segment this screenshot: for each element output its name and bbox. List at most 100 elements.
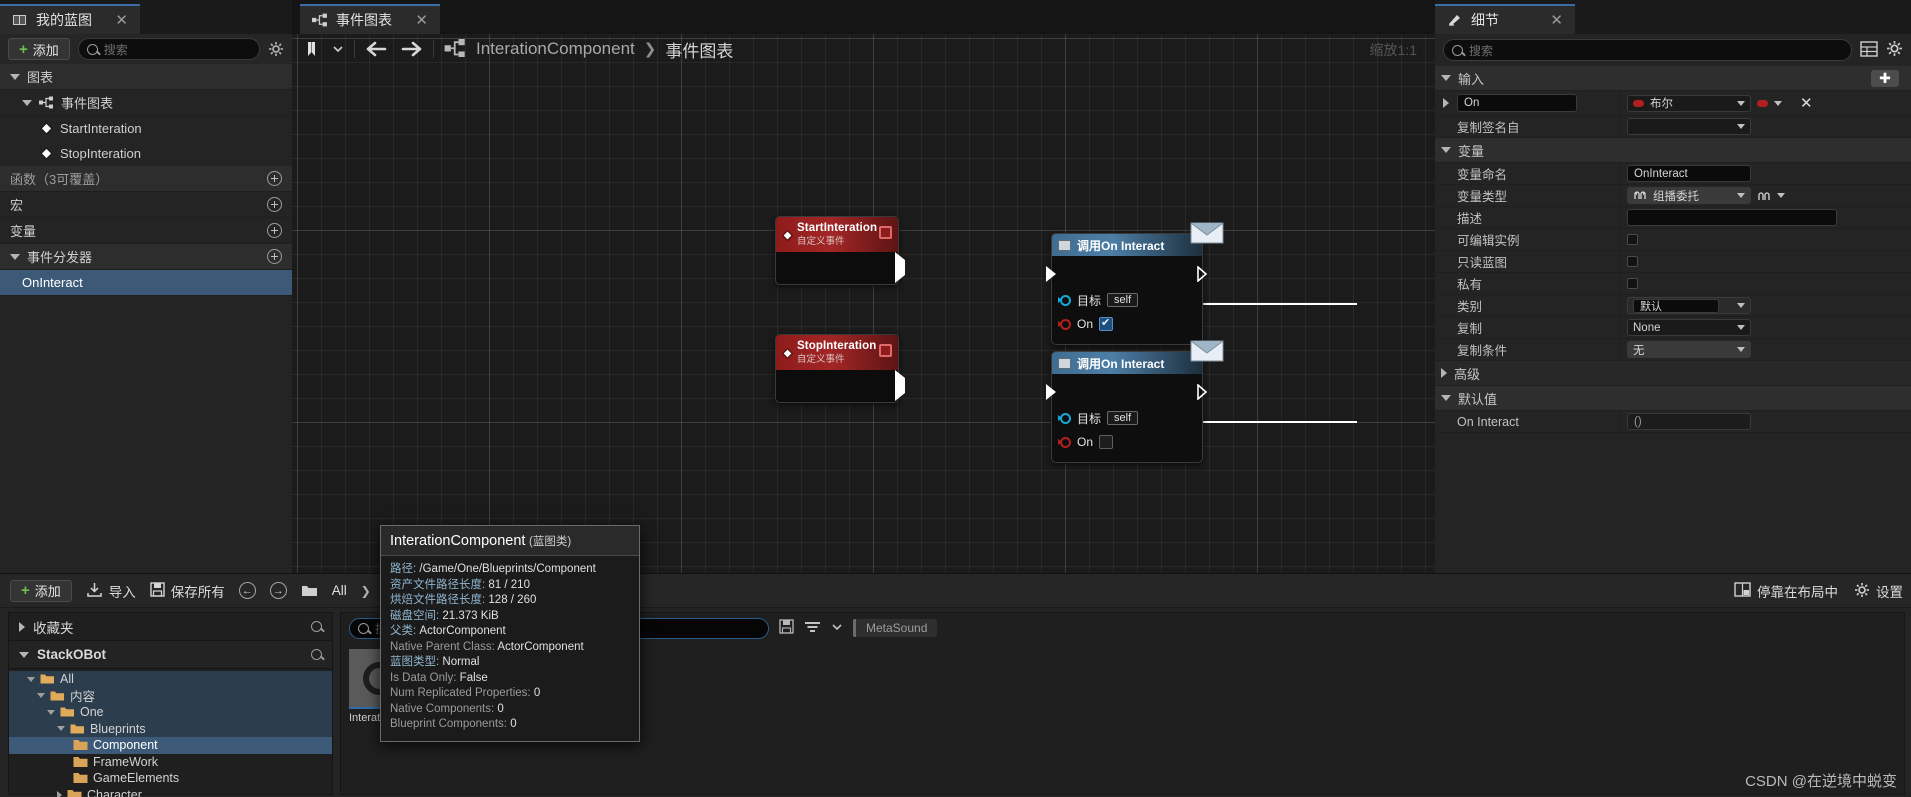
sidebar-item-event-graph[interactable]: 事件图表 — [0, 90, 292, 116]
bookmark-icon[interactable] — [302, 39, 322, 59]
tree-item-content[interactable]: 内容 — [9, 687, 332, 704]
add-dispatcher-icon[interactable] — [267, 249, 282, 264]
arrow-left-circle-icon[interactable]: ← — [238, 582, 256, 599]
favorites-header[interactable]: 收藏夹 — [9, 613, 332, 641]
description-field[interactable] — [1627, 209, 1837, 226]
target-value[interactable]: self — [1107, 293, 1139, 307]
sidebar-item-startinteration[interactable]: StartInteration — [0, 116, 292, 141]
section-functions[interactable]: 函数（3可覆盖） — [0, 166, 292, 192]
project-header[interactable]: StackOBot — [9, 641, 332, 669]
tab-details[interactable]: 细节 ✕ — [1435, 4, 1575, 34]
add-variable-icon[interactable] — [267, 223, 282, 238]
container-delegate-icon[interactable] — [1757, 190, 1771, 201]
node-call-on-interact-2[interactable]: 调用On Interact 目标 self On — [1046, 340, 1224, 463]
sidebar-item-stopinteration[interactable]: StopInteration — [0, 141, 292, 166]
category-select[interactable]: 默认 — [1627, 297, 1751, 314]
tree-item-gameelements[interactable]: GameElements — [9, 770, 332, 787]
delete-input-icon[interactable]: ✕ — [1800, 94, 1813, 112]
details-tabstrip: 细节 ✕ — [1435, 0, 1911, 34]
details-section-defaults[interactable]: 默认值 — [1435, 386, 1911, 411]
node-stop-interation[interactable]: StopInteration 自定义事件 — [775, 334, 905, 403]
exec-output-pin[interactable] — [1197, 383, 1208, 401]
replication-select[interactable]: None — [1627, 319, 1751, 336]
add-macro-icon[interactable] — [267, 197, 282, 212]
tree-item-component[interactable]: Component — [9, 737, 332, 754]
cb-import-button[interactable]: 导入 — [86, 581, 136, 601]
chevron-down-icon[interactable] — [831, 621, 843, 636]
node-call-on-interact-1[interactable]: 调用On Interact 目标 self On ✔ — [1046, 222, 1224, 345]
section-macros[interactable]: 宏 — [0, 192, 292, 218]
chevron-down-icon[interactable] — [332, 39, 344, 59]
event-stop-icon[interactable] — [879, 226, 892, 239]
input-name-field[interactable]: On — [1457, 94, 1577, 112]
readonly-blueprint-checkbox[interactable] — [1627, 256, 1638, 267]
search-icon[interactable] — [311, 649, 322, 660]
private-checkbox[interactable] — [1627, 278, 1638, 289]
bool-checkbox[interactable] — [1099, 316, 1114, 331]
chevron-right-icon[interactable] — [1443, 98, 1449, 108]
gear-icon[interactable] — [268, 41, 284, 57]
details-section-advanced[interactable]: 高级 — [1435, 361, 1911, 386]
editable-instance-checkbox[interactable] — [1627, 234, 1638, 245]
save-icon[interactable] — [779, 619, 794, 637]
target-value[interactable]: self — [1107, 411, 1139, 425]
arrow-right-circle-icon[interactable]: → — [269, 582, 287, 599]
tree-item-all[interactable]: All — [9, 671, 332, 688]
section-graphs[interactable]: 图表 — [0, 64, 292, 90]
exec-input-pin[interactable] — [1046, 266, 1056, 282]
exec-input-pin[interactable] — [1046, 384, 1056, 400]
tree-item-blueprints[interactable]: Blueprints — [9, 720, 332, 737]
variable-name-field[interactable]: OnInteract — [1627, 165, 1751, 182]
node-start-interation[interactable]: StartInteration 自定义事件 — [775, 216, 905, 285]
input-type-select[interactable]: 布尔 — [1627, 94, 1751, 112]
my-blueprint-search-input[interactable]: 搜索 — [77, 38, 260, 60]
cb-save-all-button[interactable]: 保存所有 — [150, 581, 225, 601]
filter-pill-metasound[interactable]: MetaSound — [853, 619, 938, 637]
cb-dock-button[interactable]: 停靠在布局中 — [1734, 581, 1838, 601]
filter-icon[interactable] — [804, 620, 821, 637]
event-stop-icon[interactable] — [879, 344, 892, 357]
variable-type-select[interactable]: 组播委托 — [1627, 187, 1751, 204]
add-button[interactable]: + 添加 — [8, 38, 70, 60]
close-icon[interactable]: ✕ — [1550, 11, 1563, 29]
details-row-variable-type: 变量类型 组播委托 — [1435, 185, 1911, 207]
grid-view-icon[interactable] — [1860, 40, 1878, 60]
add-input-button[interactable]: ✚ — [1871, 69, 1899, 87]
sidebar-item-oninteract[interactable]: OnInteract — [0, 270, 292, 296]
tree-item-framework[interactable]: FrameWork — [9, 754, 332, 771]
exec-output-pin[interactable] — [895, 252, 905, 283]
close-icon[interactable]: ✕ — [115, 11, 128, 29]
close-icon[interactable]: ✕ — [415, 11, 428, 29]
cb-path-root[interactable]: All — [332, 583, 347, 598]
chevron-down-icon[interactable] — [1774, 100, 1782, 106]
copy-signature-select[interactable] — [1627, 118, 1751, 135]
search-icon[interactable] — [311, 621, 322, 632]
exec-output-pin[interactable] — [895, 370, 905, 401]
section-label: 宏 — [10, 198, 24, 213]
event-diamond-icon — [781, 229, 794, 242]
replication-condition-select[interactable]: 无 — [1627, 341, 1751, 358]
category-value[interactable]: 默认 — [1633, 298, 1719, 313]
section-event-dispatchers[interactable]: 事件分发器 — [0, 244, 292, 270]
exec-output-pin[interactable] — [1197, 265, 1208, 283]
on-interact-default-field[interactable]: () — [1627, 413, 1751, 430]
add-function-icon[interactable] — [267, 171, 282, 186]
breadcrumb-item-blueprint[interactable]: InterationComponent — [476, 39, 635, 59]
gear-icon[interactable] — [1886, 40, 1903, 60]
cb-settings-button[interactable]: 设置 — [1854, 581, 1903, 601]
arrow-right-icon[interactable] — [399, 39, 423, 59]
details-search-input[interactable]: 搜索 — [1443, 39, 1852, 61]
cb-add-button[interactable]: + 添加 — [10, 579, 72, 602]
section-variables[interactable]: 变量 — [0, 218, 292, 244]
tab-event-graph[interactable]: 事件图表 ✕ — [300, 4, 440, 34]
chevron-down-icon[interactable] — [1777, 193, 1785, 198]
breadcrumb-item-graph[interactable]: 事件图表 — [665, 37, 733, 62]
details-section-inputs[interactable]: 输入 ✚ — [1435, 66, 1911, 91]
section-label: 高级 — [1454, 366, 1481, 382]
arrow-left-icon[interactable] — [365, 39, 389, 59]
tree-item-character[interactable]: Character — [9, 787, 332, 797]
tab-my-blueprint[interactable]: 我的蓝图 ✕ — [0, 4, 140, 34]
bool-checkbox[interactable] — [1099, 435, 1114, 449]
tree-item-one[interactable]: One — [9, 704, 332, 721]
details-section-variable[interactable]: 变量 — [1435, 138, 1911, 163]
